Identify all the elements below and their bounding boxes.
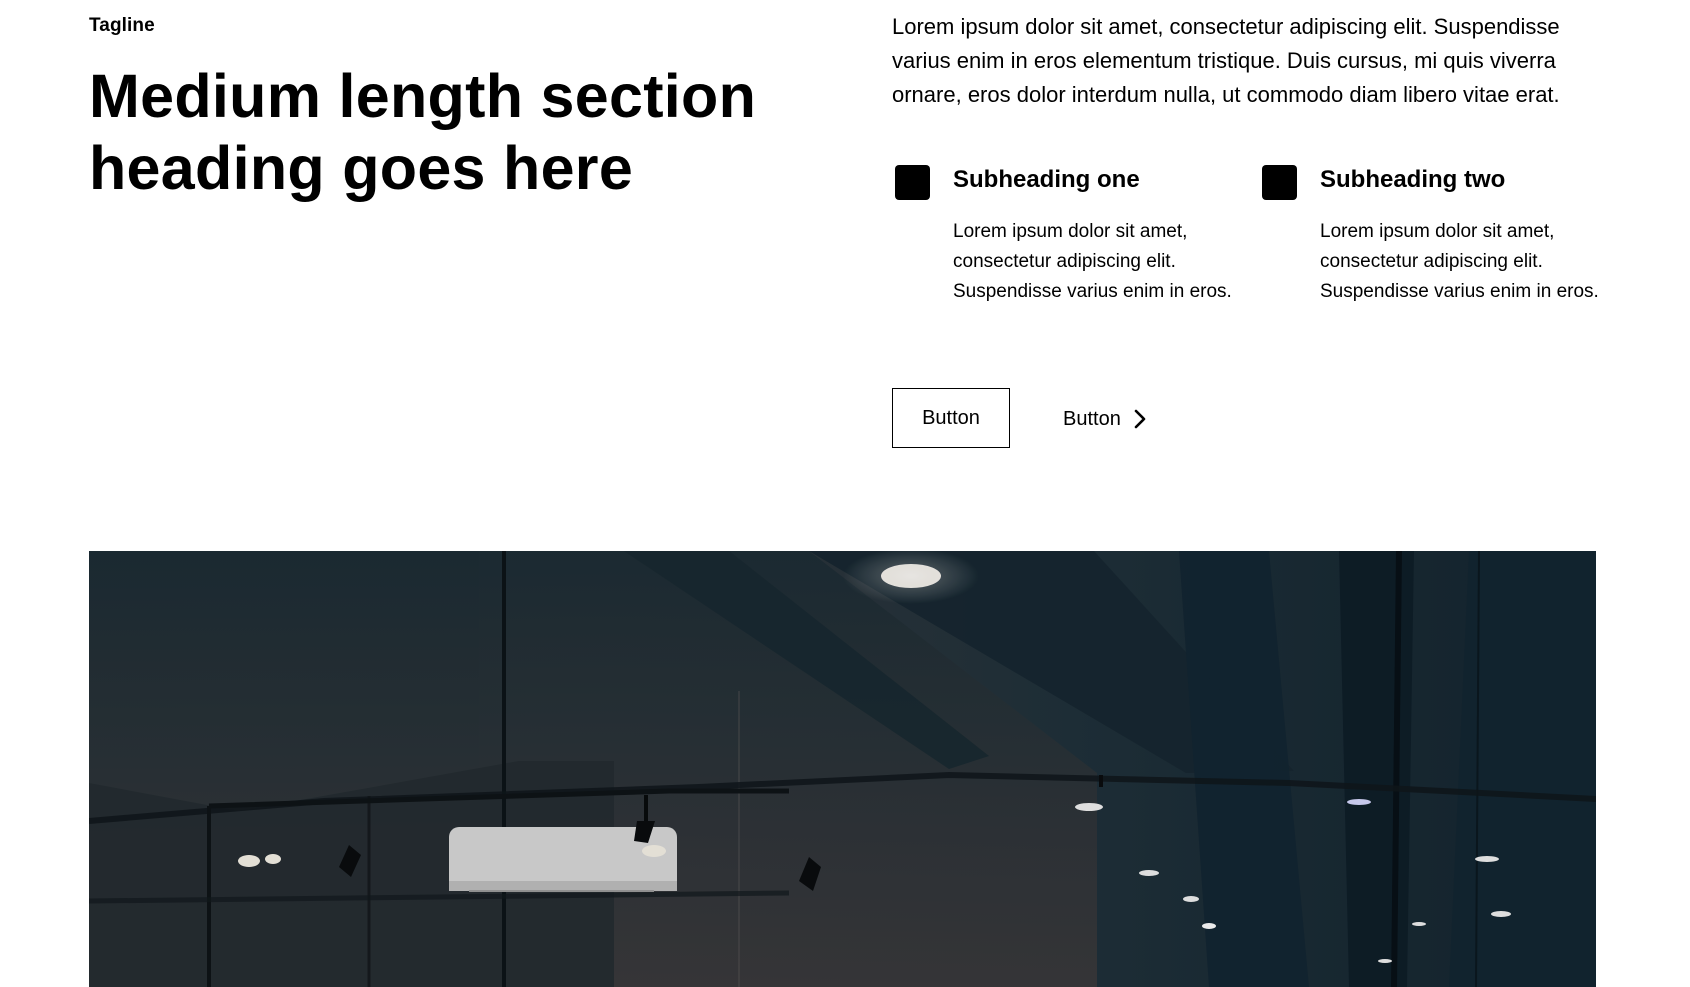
feature-section: Tagline Medium length section heading go…: [0, 0, 1690, 987]
ceiling-photo-illustration: [89, 551, 1596, 987]
intro-paragraph: Lorem ipsum dolor sit amet, consectetur …: [892, 14, 1560, 107]
link-button[interactable]: Button: [1063, 404, 1147, 434]
hero-image: [89, 551, 1596, 987]
chevron-right-icon: [1133, 409, 1147, 429]
tagline: Tagline: [89, 15, 155, 36]
secondary-button[interactable]: Button: [892, 388, 1010, 448]
feature-description: Lorem ipsum dolor sit amet, consectetur …: [1320, 221, 1599, 302]
square-icon: [1262, 165, 1297, 200]
feature-title: Subheading one: [953, 166, 1140, 193]
section-heading: Medium length section heading goes here: [89, 62, 757, 202]
feature-description: Lorem ipsum dolor sit amet, consectetur …: [953, 221, 1232, 302]
link-button-label: Button: [1063, 408, 1121, 430]
square-icon: [895, 165, 930, 200]
feature-title: Subheading two: [1320, 166, 1506, 193]
